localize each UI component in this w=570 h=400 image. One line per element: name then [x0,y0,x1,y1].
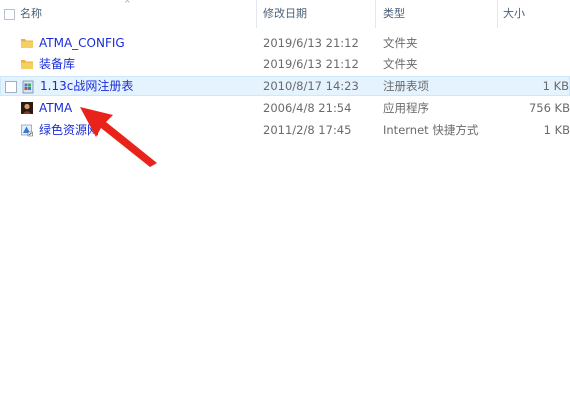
column-header-type[interactable]: 类型 [383,0,497,28]
file-explorer-window: ^ 名称 修改日期 类型 大小 ATMA_CONFIG 2019/6/13 21… [0,0,570,400]
column-header-type-label: 类型 [383,7,405,20]
file-size [503,33,570,53]
select-all-checkbox[interactable] [4,9,15,20]
column-divider[interactable] [256,0,257,28]
file-size: 1 KB [543,123,570,137]
file-row-atma-config[interactable]: ATMA_CONFIG 2019/6/13 21:12 文件夹 [0,33,570,53]
column-header-name-label: 名称 [20,7,42,20]
file-name: ATMA [39,101,73,115]
file-row-atma[interactable]: ATMA 2006/4/8 21:54 应用程序 756 KB [0,98,570,118]
file-row-registry[interactable]: 1.13c战网注册表 2010/8/17 14:23 注册表项 1 KB [0,76,570,96]
internet-shortcut-icon [21,124,33,137]
column-divider[interactable] [375,0,376,28]
file-size: 1 KB [542,79,569,93]
file-name: 绿色资源网 [39,123,100,137]
folder-icon [21,60,33,69]
file-size: 756 KB [528,101,570,115]
file-name: ATMA_CONFIG [39,36,125,50]
file-row-green-resource-site[interactable]: 绿色资源网 2011/2/8 17:45 Internet 快捷方式 1 KB [0,120,570,140]
file-row-equipment-library[interactable]: 装备库 2019/6/13 21:12 文件夹 [0,54,570,74]
row-checkbox[interactable] [5,81,17,93]
column-header-date[interactable]: 修改日期 [263,0,375,28]
file-type: 应用程序 [383,101,429,115]
file-type: 文件夹 [383,57,418,71]
column-header-size-label: 大小 [503,7,525,20]
file-date: 2010/8/17 14:23 [263,79,359,93]
file-type: 文件夹 [383,36,418,50]
column-header-name[interactable]: 名称 [20,0,256,28]
file-date: 2019/6/13 21:12 [263,57,359,71]
folder-icon [21,39,33,48]
application-icon [21,102,33,114]
registry-file-icon [22,80,34,94]
file-type: 注册表项 [383,79,429,93]
file-name: 装备库 [39,57,76,71]
file-size [503,54,570,74]
file-date: 2006/4/8 21:54 [263,101,352,115]
file-name: 1.13c战网注册表 [40,79,134,93]
column-divider[interactable] [497,0,498,28]
column-header-size[interactable]: 大小 [503,0,570,28]
column-header-bar: ^ 名称 修改日期 类型 大小 [0,0,570,28]
file-date: 2011/2/8 17:45 [263,123,352,137]
file-date: 2019/6/13 21:12 [263,36,359,50]
column-header-date-label: 修改日期 [263,7,307,20]
file-type: Internet 快捷方式 [383,123,479,137]
